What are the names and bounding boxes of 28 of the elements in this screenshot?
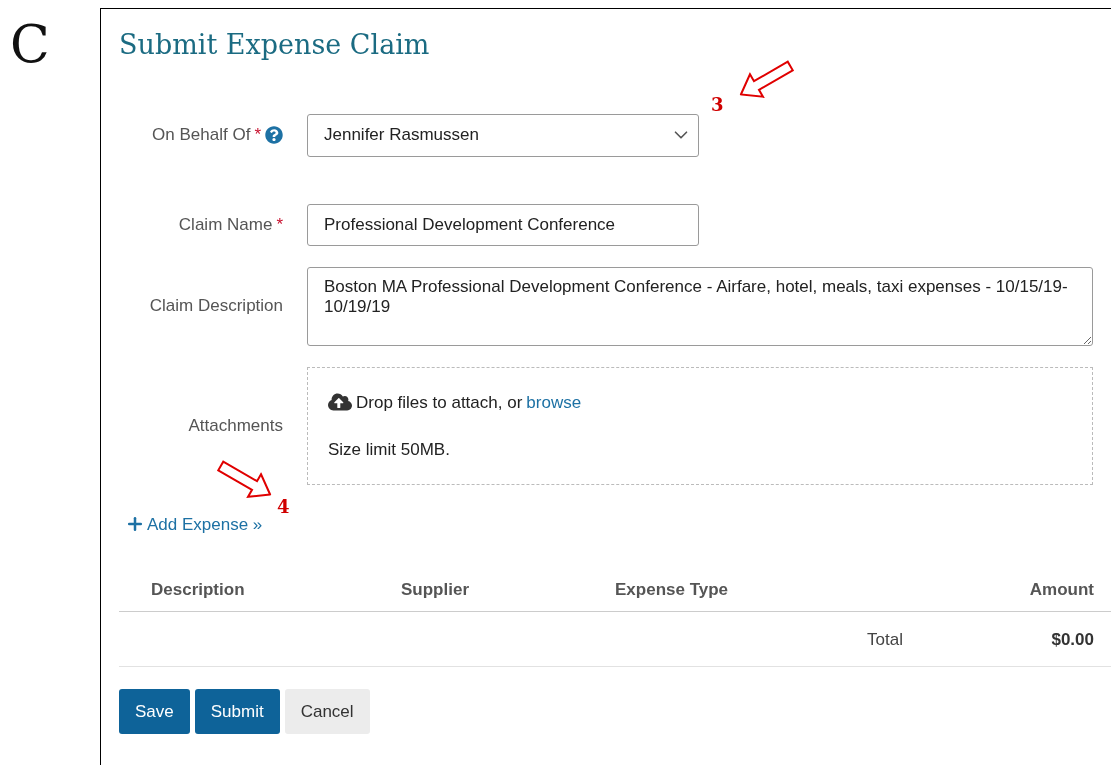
field-label: Claim Description: [149, 295, 283, 318]
person-dropdown[interactable]: Jennifer Rasmussen: [307, 113, 699, 157]
page-title: Submit Expense Claim: [119, 28, 431, 62]
figure-label: C: [10, 14, 50, 74]
annotation-number: 3: [711, 93, 724, 117]
column-header: Description: [150, 578, 246, 601]
required-mark: *: [254, 124, 261, 147]
claim-description-field[interactable]: Boston MA Professional Development Conference - Airfare, hotel, meals, taxi expenses - 10/15/19-10/19/19: [307, 266, 1093, 346]
drop-prompt: Drop files to attach, or: [356, 391, 523, 414]
attachment-dropzone[interactable]: Drop files to attach, or browse Size limit 50MB.: [307, 366, 1093, 485]
form-button[interactable]: Cancel: [284, 689, 370, 735]
help-icon[interactable]: [265, 126, 283, 144]
add-expense-link[interactable]: Add Expense »: [125, 511, 263, 537]
required-mark: *: [276, 213, 283, 236]
column-header: Supplier: [401, 578, 470, 601]
browse-link[interactable]: browse: [526, 389, 582, 415]
column-header: Expense Type: [615, 578, 730, 601]
column-header: Amount: [1028, 578, 1095, 601]
form-button[interactable]: Submit: [194, 689, 280, 735]
field-label: Attachments: [188, 414, 283, 437]
field-label: Claim Name: [178, 213, 273, 236]
annotation-number: 4: [277, 495, 290, 519]
total-amount: $0.00: [1050, 628, 1095, 651]
total-label: Total: [867, 628, 903, 651]
claim-name-field[interactable]: Professional Development Conference: [307, 203, 699, 246]
size-limit-note: Size limit 50MB.: [328, 439, 451, 461]
form-button[interactable]: Save: [119, 689, 190, 735]
field-label: On Behalf Of: [152, 124, 251, 147]
